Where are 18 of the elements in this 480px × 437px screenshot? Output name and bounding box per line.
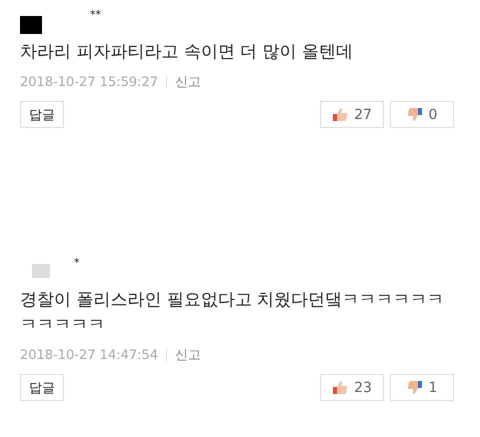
- reply-button[interactable]: 답글: [20, 101, 64, 128]
- reply-button[interactable]: 답글: [20, 374, 64, 401]
- author-name: *: [74, 256, 80, 269]
- thumbs-up-icon: [332, 107, 348, 122]
- comment-text: 차라리 피자파티라고 속이면 더 많이 올텐데: [20, 41, 354, 64]
- dislike-button[interactable]: 0: [390, 101, 454, 128]
- comment-text: 경찰이 폴리스라인 필요없다고 치웠다던댘ㅋㅋㅋㅋㅋㅋㅋㅋㅋㅋㅋ: [20, 289, 446, 337]
- author-name: **: [90, 8, 101, 21]
- comment-date: 2018-10-27 14:47:54: [20, 348, 158, 362]
- comment-date: 2018-10-27 15:59:27: [20, 74, 158, 90]
- dislike-button[interactable]: 1: [390, 374, 454, 401]
- report-link[interactable]: 신고: [175, 73, 202, 91]
- thumbs-down-icon: [406, 380, 423, 395]
- thumbs-down-icon: [406, 107, 423, 122]
- thumbs-up-icon: [332, 380, 348, 395]
- like-button[interactable]: 27: [320, 101, 384, 128]
- report-link[interactable]: 신고: [175, 346, 202, 364]
- like-button[interactable]: 23: [320, 374, 384, 401]
